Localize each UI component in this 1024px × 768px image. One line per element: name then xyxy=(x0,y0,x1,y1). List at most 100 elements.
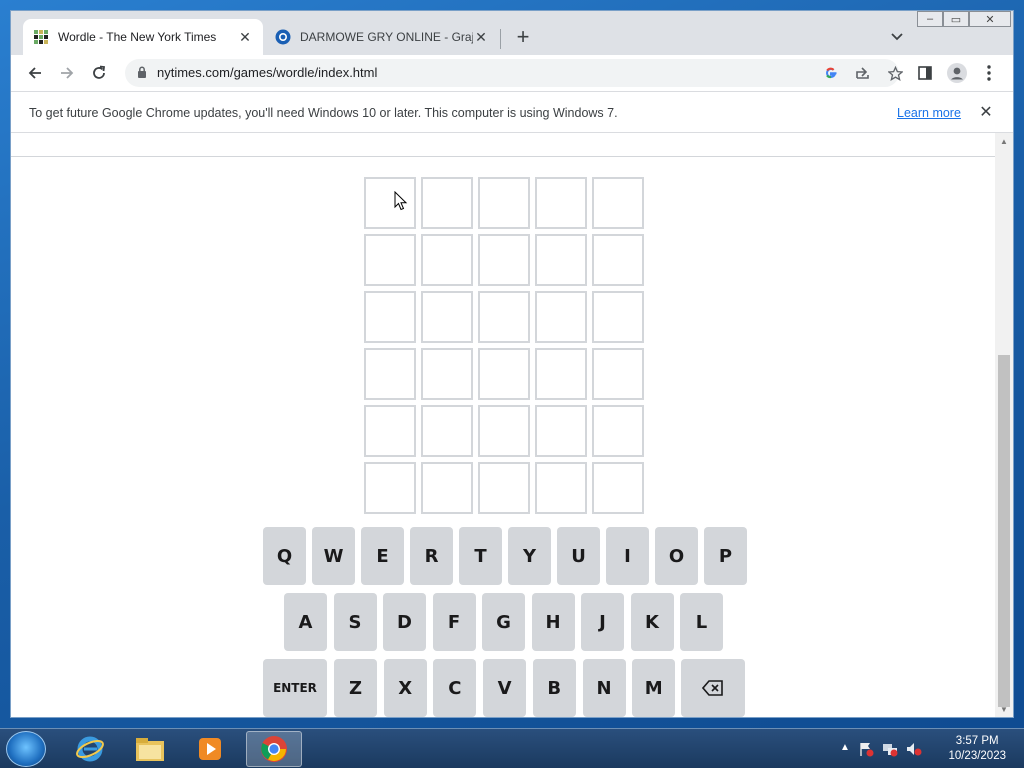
action-center-flag-icon[interactable] xyxy=(858,741,874,757)
key-u[interactable]: U xyxy=(557,527,600,585)
new-tab-button[interactable]: + xyxy=(511,24,535,49)
game-header xyxy=(11,133,995,157)
key-c[interactable]: C xyxy=(433,659,477,717)
key-v[interactable]: V xyxy=(483,659,527,717)
browser-toolbar: nytimes.com/games/wordle/index.html xyxy=(11,55,1013,91)
chevron-down-icon xyxy=(891,33,903,41)
key-b[interactable]: B xyxy=(532,659,576,717)
forward-button[interactable] xyxy=(55,61,79,85)
tab-strip: Wordle - The New York Times ✕ DARMOWE GR… xyxy=(11,11,1013,55)
close-tab-icon[interactable]: ✕ xyxy=(237,29,253,45)
network-icon[interactable] xyxy=(882,741,898,757)
tab-title: DARMOWE GRY ONLINE - Graj w xyxy=(300,30,473,44)
board-tile xyxy=(478,405,530,457)
star-icon xyxy=(887,65,903,81)
key-d[interactable]: D xyxy=(383,593,426,651)
google-lens-button[interactable] xyxy=(821,63,841,83)
back-button[interactable] xyxy=(23,61,47,85)
menu-button[interactable] xyxy=(977,61,1001,85)
board-tile xyxy=(421,234,473,286)
chrome-taskbar-item[interactable] xyxy=(246,731,302,767)
tab-title: Wordle - The New York Times xyxy=(58,30,217,44)
key-n[interactable]: N xyxy=(582,659,626,717)
file-explorer-taskbar-item[interactable] xyxy=(122,731,178,767)
key-a[interactable]: A xyxy=(284,593,327,651)
window-controls: – ▭ ✕ xyxy=(917,11,1011,29)
volume-muted-icon[interactable] xyxy=(906,741,922,757)
board-tile xyxy=(535,291,587,343)
board-tile xyxy=(535,462,587,514)
board-tile xyxy=(478,348,530,400)
profile-avatar-icon xyxy=(947,63,967,83)
key-h[interactable]: H xyxy=(531,593,575,651)
key-p[interactable]: P xyxy=(704,527,747,585)
key-t[interactable]: T xyxy=(459,527,502,585)
key-e[interactable]: E xyxy=(361,527,404,585)
key-j[interactable]: J xyxy=(581,593,624,651)
scroll-down-arrow[interactable]: ▼ xyxy=(999,705,1009,715)
key-g[interactable]: G xyxy=(482,593,525,651)
gry-online-icon xyxy=(275,29,291,45)
key-f[interactable]: F xyxy=(432,593,476,651)
enter-key[interactable]: ENTER xyxy=(263,659,327,717)
address-bar[interactable]: nytimes.com/games/wordle/index.html xyxy=(125,59,903,87)
close-infobar-icon[interactable]: ✕ xyxy=(977,103,995,121)
start-button[interactable] xyxy=(6,731,46,767)
key-i[interactable]: I xyxy=(606,527,649,585)
board-tile xyxy=(592,234,644,286)
scrollbar-thumb[interactable] xyxy=(998,355,1010,707)
profile-button[interactable] xyxy=(945,61,969,85)
key-m[interactable]: M xyxy=(632,659,676,717)
page-scrollbar[interactable]: ▲ ▼ xyxy=(995,133,1013,717)
maximize-button[interactable]: ▭ xyxy=(943,11,969,27)
backspace-key[interactable] xyxy=(681,659,745,717)
board-tile xyxy=(364,234,416,286)
board-tile xyxy=(478,291,530,343)
board-tile xyxy=(592,348,644,400)
tab-separator xyxy=(500,29,501,49)
backspace-icon xyxy=(702,680,723,696)
close-tab-icon[interactable]: ✕ xyxy=(473,29,489,45)
key-r[interactable]: R xyxy=(410,527,453,585)
show-hidden-icons-arrow[interactable]: ▲ xyxy=(840,742,850,753)
side-panel-button[interactable] xyxy=(913,61,937,85)
board-tile xyxy=(364,405,416,457)
taskbar-clock[interactable]: 3:57 PM 10/23/2023 xyxy=(948,734,1006,764)
close-window-button[interactable]: ✕ xyxy=(969,11,1011,27)
share-button[interactable] xyxy=(853,63,873,83)
key-s[interactable]: S xyxy=(333,593,377,651)
internet-explorer-taskbar-item[interactable] xyxy=(62,731,118,767)
board-tile xyxy=(421,462,473,514)
scroll-up-arrow[interactable]: ▲ xyxy=(999,137,1009,147)
url-text: nytimes.com/games/wordle/index.html xyxy=(157,65,378,80)
tab-wordle[interactable]: Wordle - The New York Times ✕ xyxy=(23,19,263,55)
board-tile xyxy=(364,177,416,229)
key-z[interactable]: Z xyxy=(334,659,377,717)
minimize-button[interactable]: – xyxy=(917,11,943,27)
mouse-cursor-icon xyxy=(394,191,408,211)
google-g-icon xyxy=(826,67,837,79)
key-l[interactable]: L xyxy=(680,593,723,651)
board-tile xyxy=(478,462,530,514)
key-y[interactable]: Y xyxy=(508,527,551,585)
board-tile xyxy=(421,405,473,457)
file-explorer-icon xyxy=(136,738,164,761)
board-tile xyxy=(364,348,416,400)
kebab-menu-icon xyxy=(987,65,991,81)
tab-search-button[interactable] xyxy=(885,25,909,49)
bookmark-button[interactable] xyxy=(885,63,905,83)
key-x[interactable]: X xyxy=(383,659,427,717)
arrow-left-icon xyxy=(28,67,41,79)
learn-more-link[interactable]: Learn more xyxy=(897,106,961,120)
tab-darmowe-gry[interactable]: DARMOWE GRY ONLINE - Graj w ✕ xyxy=(265,19,499,55)
keyboard-row-2: ASDFGHJKL xyxy=(263,593,747,651)
key-k[interactable]: K xyxy=(630,593,674,651)
key-q[interactable]: Q xyxy=(263,527,306,585)
key-o[interactable]: O xyxy=(655,527,698,585)
key-w[interactable]: W xyxy=(312,527,355,585)
media-player-taskbar-item[interactable] xyxy=(182,731,238,767)
reload-icon xyxy=(93,65,106,79)
reload-button[interactable] xyxy=(87,61,111,85)
chrome-window: Wordle - The New York Times ✕ DARMOWE GR… xyxy=(10,10,1014,718)
board-tile xyxy=(535,177,587,229)
